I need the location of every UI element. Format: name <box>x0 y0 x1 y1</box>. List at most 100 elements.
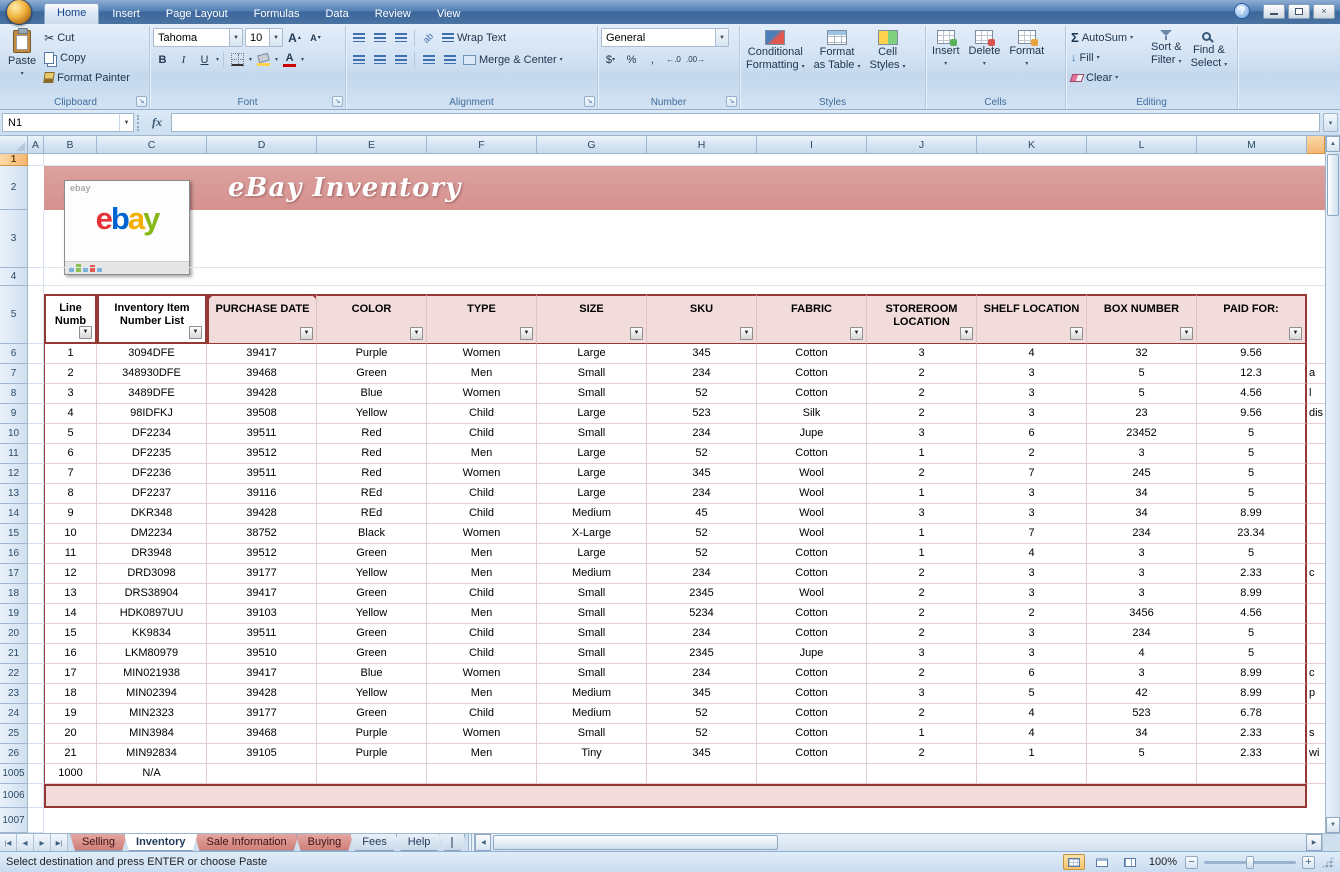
cell-K20[interactable]: 3 <box>977 624 1087 644</box>
cell-G21[interactable]: Small <box>537 644 647 664</box>
cell-G25[interactable]: Small <box>537 724 647 744</box>
cell-I1005[interactable] <box>757 764 867 784</box>
cell-B17[interactable]: 12 <box>44 564 97 584</box>
page-layout-view-button[interactable] <box>1091 854 1113 870</box>
cell-I15[interactable]: Wool <box>757 524 867 544</box>
cell-n21-fragment[interactable] <box>1307 644 1325 664</box>
column-header-k[interactable]: K <box>977 136 1087 154</box>
clipboard-dialog-launcher[interactable]: ↘ <box>136 96 147 107</box>
format-as-table-button[interactable]: Format as Table ▾ <box>811 28 864 75</box>
cell-B7[interactable]: 2 <box>44 364 97 384</box>
first-sheet-button[interactable]: |◀ <box>0 834 17 851</box>
cell-a7[interactable] <box>28 364 44 384</box>
cell-I25[interactable]: Cotton <box>757 724 867 744</box>
fill-dropdown-icon[interactable]: ▾ <box>1097 54 1100 61</box>
align-bottom-button[interactable] <box>391 28 410 47</box>
cell-B10[interactable]: 5 <box>44 424 97 444</box>
cell-M21[interactable]: 5 <box>1197 644 1307 664</box>
cell-K21[interactable]: 3 <box>977 644 1087 664</box>
row-header-24[interactable]: 24 <box>0 704 28 724</box>
cell-n19-fragment[interactable] <box>1307 604 1325 624</box>
column-header-c[interactable]: C <box>97 136 207 154</box>
cell-K23[interactable]: 5 <box>977 684 1087 704</box>
cell-M15[interactable]: 23.34 <box>1197 524 1307 544</box>
cell-K25[interactable]: 4 <box>977 724 1087 744</box>
insert-worksheet-tab[interactable] <box>439 834 465 851</box>
cell-H23[interactable]: 345 <box>647 684 757 704</box>
select-all-corner[interactable] <box>0 136 28 154</box>
zoom-slider-thumb[interactable] <box>1246 855 1254 869</box>
cell-a20[interactable] <box>28 624 44 644</box>
currency-button[interactable]: $ ▾ <box>601 50 620 69</box>
font-dialog-launcher[interactable]: ↘ <box>332 96 343 107</box>
normal-view-button[interactable] <box>1063 854 1085 870</box>
cell-L9[interactable]: 23 <box>1087 404 1197 424</box>
cell-E20[interactable]: Green <box>317 624 427 644</box>
cell-C25[interactable]: MIN3984 <box>97 724 207 744</box>
wrap-text-button[interactable]: Wrap Text <box>440 28 508 47</box>
cell-E23[interactable]: Yellow <box>317 684 427 704</box>
sf-dropdown-icon[interactable]: ▾ <box>1179 59 1182 65</box>
cell-E7[interactable]: Green <box>317 364 427 384</box>
font-size-select[interactable]: 10 ▼ <box>245 28 283 47</box>
cell-G12[interactable]: Large <box>537 464 647 484</box>
cell-D9[interactable]: 39508 <box>207 404 317 424</box>
cell-I21[interactable]: Jupe <box>757 644 867 664</box>
cell-M7[interactable]: 12.3 <box>1197 364 1307 384</box>
cell-C24[interactable]: MIN2323 <box>97 704 207 724</box>
cell-n14-fragment[interactable] <box>1307 504 1325 524</box>
cell-n20-fragment[interactable] <box>1307 624 1325 644</box>
zoom-slider-track[interactable] <box>1204 855 1296 869</box>
cell-F21[interactable]: Child <box>427 644 537 664</box>
cell-B1005[interactable]: 1000 <box>44 764 97 784</box>
sheet-tab-buying[interactable]: Buying <box>296 834 354 851</box>
cell-G18[interactable]: Small <box>537 584 647 604</box>
cell-F24[interactable]: Child <box>427 704 537 724</box>
percent-button[interactable]: % <box>622 50 641 69</box>
cell-a12[interactable] <box>28 464 44 484</box>
align-left-button[interactable] <box>349 50 368 69</box>
sheet-tab-selling[interactable]: Selling <box>70 834 127 851</box>
cell-n13-fragment[interactable] <box>1307 484 1325 504</box>
cell-J11[interactable]: 1 <box>867 444 977 464</box>
cell-G14[interactable]: Medium <box>537 504 647 524</box>
insert-cells-button[interactable]: Insert ▾ <box>929 28 963 72</box>
cell-C13[interactable]: DF2237 <box>97 484 207 504</box>
vertical-scroll-track[interactable] <box>1326 218 1340 817</box>
cell-a8[interactable] <box>28 384 44 404</box>
cell-F20[interactable]: Child <box>427 624 537 644</box>
cell-L24[interactable]: 523 <box>1087 704 1197 724</box>
cell-M26[interactable]: 2.33 <box>1197 744 1307 764</box>
cell-a25[interactable] <box>28 724 44 744</box>
clear-button[interactable]: Clear ▾ <box>1069 68 1145 87</box>
comma-button[interactable]: , <box>643 50 662 69</box>
cell-a17[interactable] <box>28 564 44 584</box>
cell-G26[interactable]: Tiny <box>537 744 647 764</box>
scroll-right-button[interactable]: ▶ <box>1306 834 1322 851</box>
cell-F16[interactable]: Men <box>427 544 537 564</box>
cell-n9-fragment[interactable]: dis <box>1307 404 1325 424</box>
zoom-level[interactable]: 100% <box>1147 856 1179 868</box>
cell-E13[interactable]: REd <box>317 484 427 504</box>
cell-H25[interactable]: 52 <box>647 724 757 744</box>
cell-G6[interactable]: Large <box>537 344 647 364</box>
cell-K19[interactable]: 2 <box>977 604 1087 624</box>
cell-a4[interactable] <box>28 268 44 286</box>
cell-n12-fragment[interactable] <box>1307 464 1325 484</box>
underline-dropdown-icon[interactable]: ▾ <box>216 56 219 63</box>
cell-M20[interactable]: 5 <box>1197 624 1307 644</box>
cell-a21[interactable] <box>28 644 44 664</box>
autosum-dropdown-icon[interactable]: ▾ <box>1130 34 1133 41</box>
cell-M1005[interactable] <box>1197 764 1307 784</box>
ribbon-tab-insert[interactable]: Insert <box>99 4 153 24</box>
cell-L11[interactable]: 3 <box>1087 444 1197 464</box>
cell-L17[interactable]: 3 <box>1087 564 1197 584</box>
cell-I10[interactable]: Jupe <box>757 424 867 444</box>
column-header-f[interactable]: F <box>427 136 537 154</box>
column-header-a[interactable]: A <box>28 136 44 154</box>
cell-F22[interactable]: Women <box>427 664 537 684</box>
cell-H11[interactable]: 52 <box>647 444 757 464</box>
cell-G19[interactable]: Small <box>537 604 647 624</box>
cell-E21[interactable]: Green <box>317 644 427 664</box>
cell-K15[interactable]: 7 <box>977 524 1087 544</box>
